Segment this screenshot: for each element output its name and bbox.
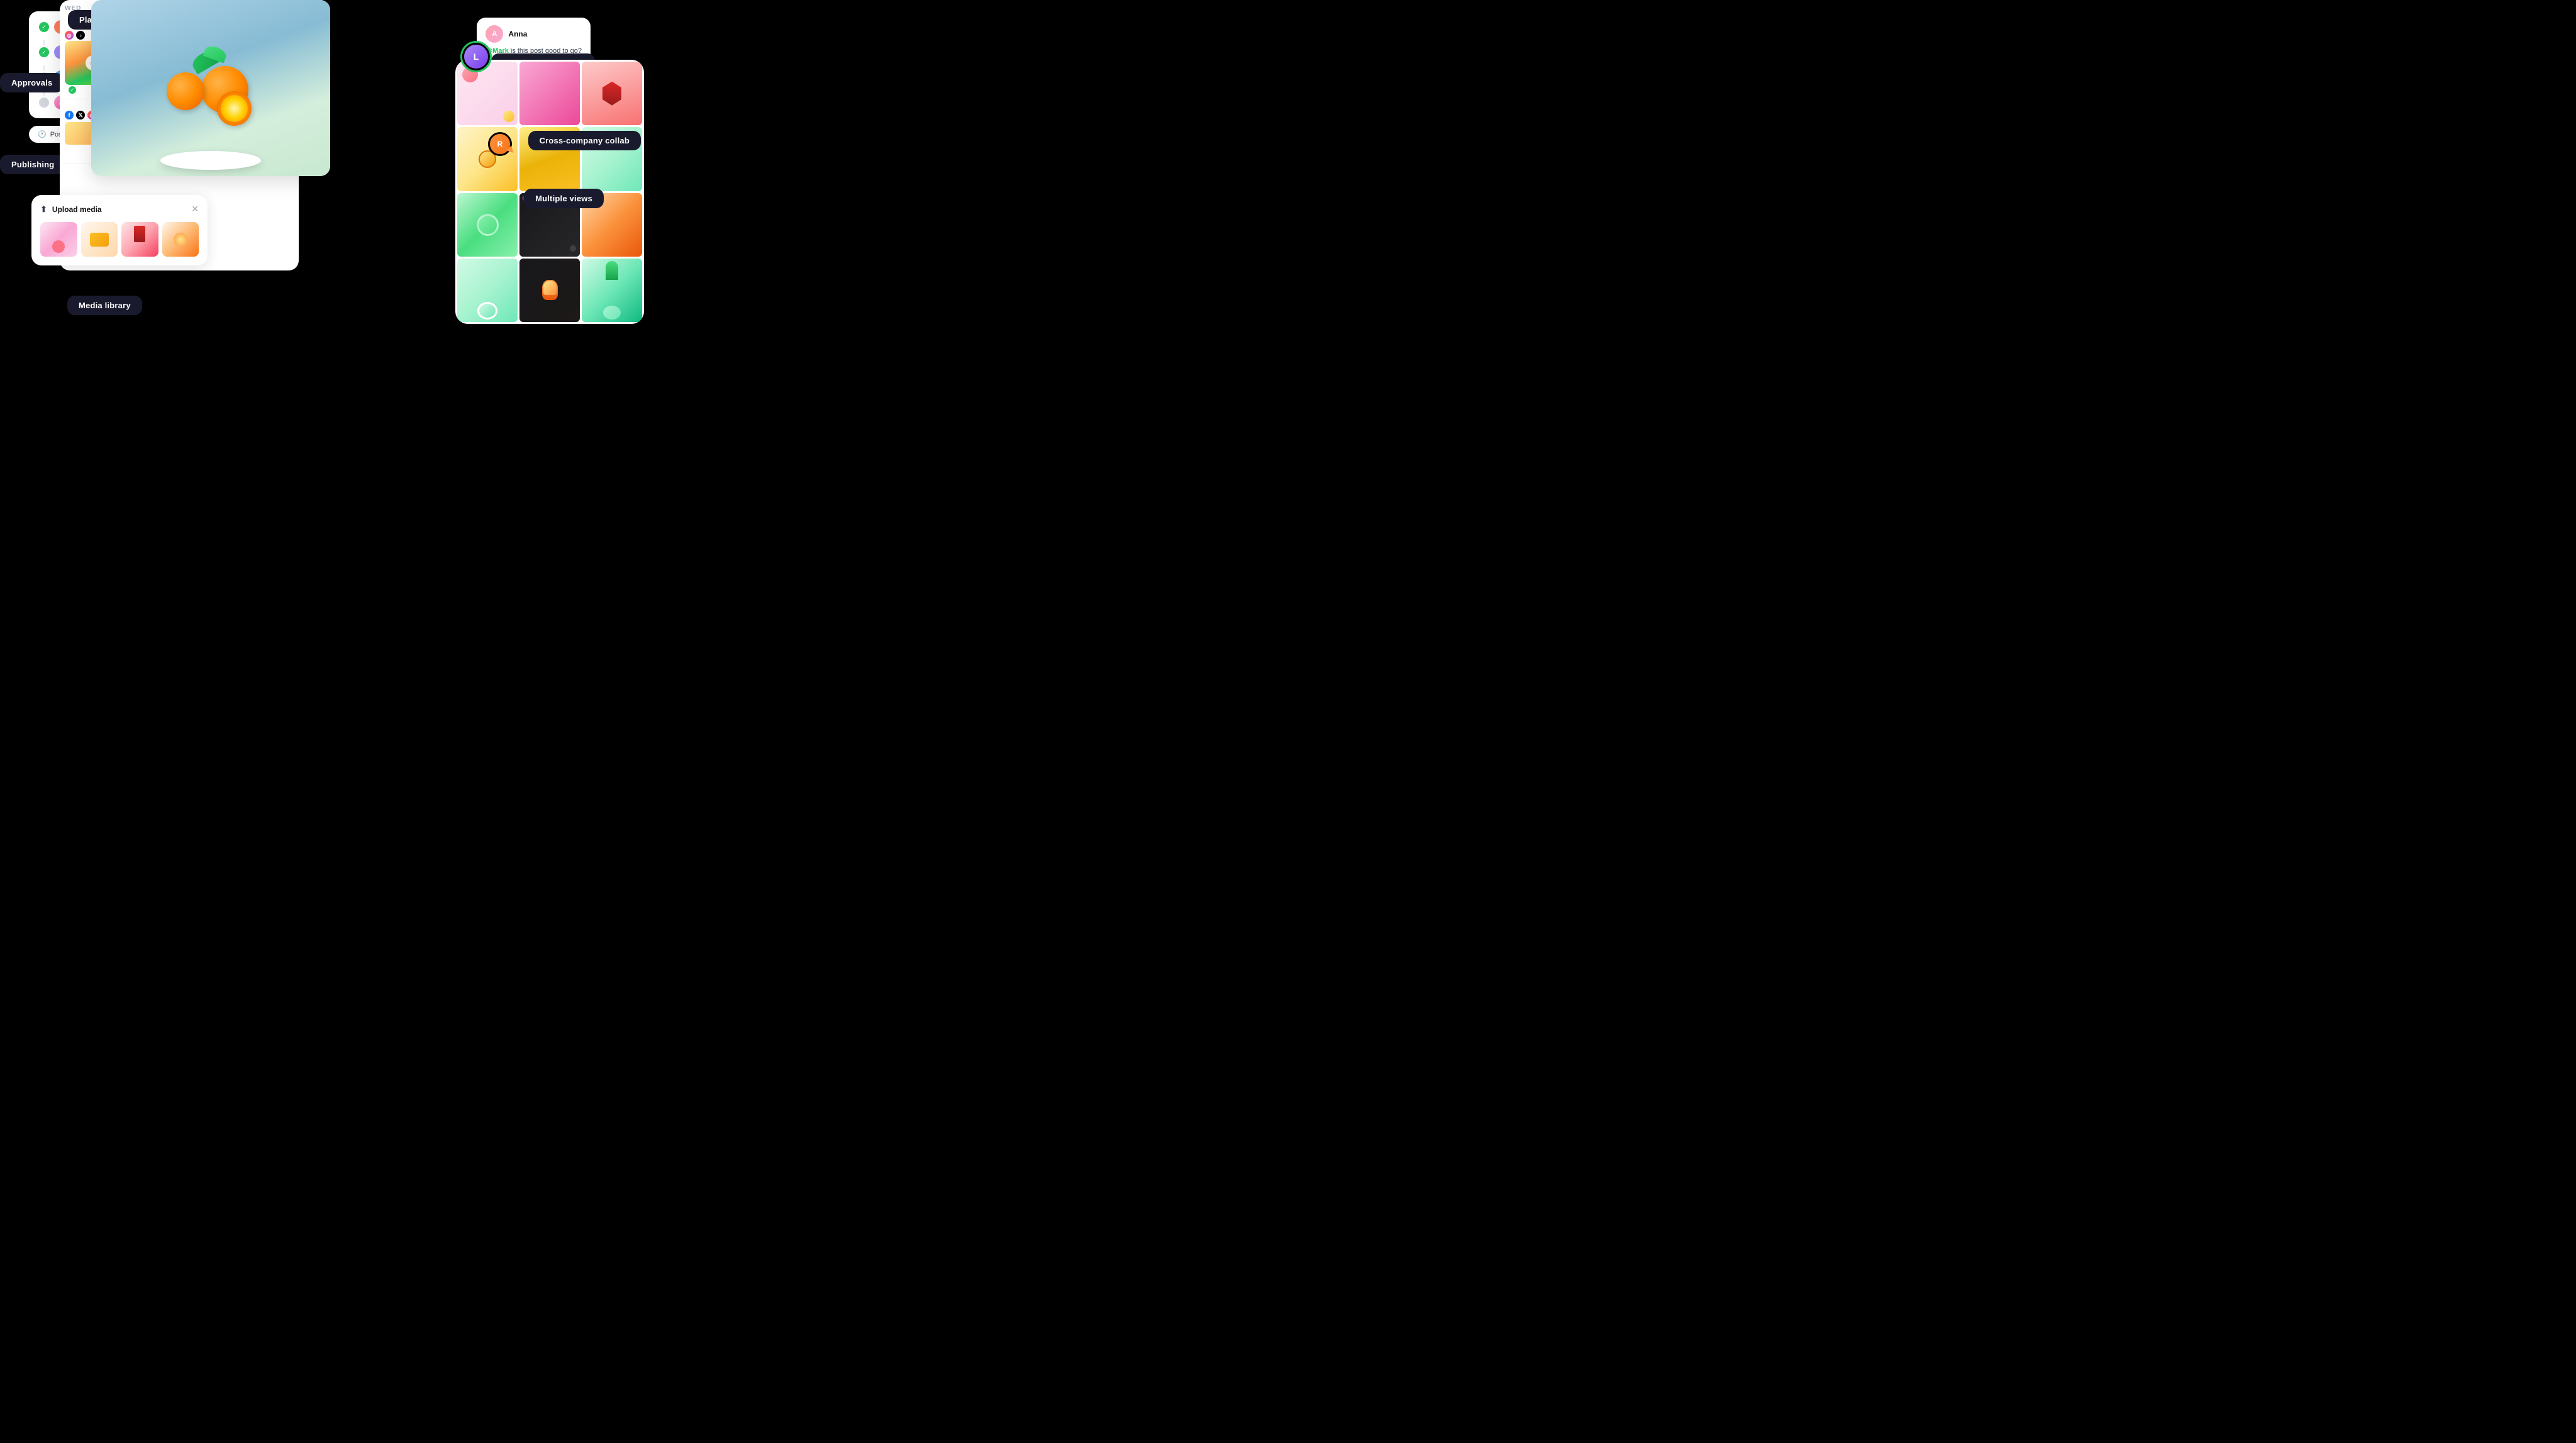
grid-cell-2 <box>519 62 580 125</box>
media-thumb-3[interactable] <box>121 222 158 257</box>
facebook-icon-2: f <box>65 111 74 120</box>
multiple-views-text: Multiple views <box>535 194 592 203</box>
check-ingrid: ✓ <box>39 47 49 57</box>
close-button[interactable]: ✕ <box>191 204 199 214</box>
orange-whole-2 <box>167 72 204 110</box>
upload-header: ⬆ Upload media ✕ <box>40 204 199 214</box>
avatar-anna: A <box>486 25 503 43</box>
main-image-bg <box>91 0 330 176</box>
feedback-anna-name: Anna <box>508 30 527 38</box>
upload-icon: ⬆ <box>40 204 47 214</box>
main-image-card: f 𝕏 ◎ <box>91 0 330 176</box>
grid-cell-11 <box>519 259 580 322</box>
instagram-icon: ◎ <box>65 31 74 40</box>
grid-cell-10 <box>457 259 518 322</box>
upload-media-card: ⬆ Upload media ✕ <box>31 195 208 265</box>
grid-cell-7 <box>457 193 518 257</box>
grid-cell-3 <box>582 62 642 125</box>
approvals-text: Approvals <box>11 78 52 87</box>
media-thumb-2[interactable] <box>81 222 118 257</box>
multiple-views-label: Multiple views <box>524 189 604 208</box>
check-anne <box>39 98 49 108</box>
upload-title: ⬆ Upload media <box>40 204 102 214</box>
publishing-label: Publishing <box>0 155 65 174</box>
collab-text: Cross-company collab <box>540 136 630 145</box>
upload-media-text: Upload media <box>52 205 102 214</box>
media-library-text: Media library <box>79 301 131 310</box>
connector-1 <box>43 40 45 45</box>
grid-cell-1 <box>457 62 518 125</box>
orange-half <box>217 91 252 126</box>
check-jack: ✓ <box>39 22 49 32</box>
approved-check: ✓ <box>69 86 76 94</box>
clock-icon: 🕐 <box>38 130 47 138</box>
media-grid <box>40 222 199 257</box>
collab-avatar-1: L <box>462 43 490 70</box>
media-thumb-1[interactable] <box>40 222 77 257</box>
tiktok-icon: ♪ <box>76 31 85 40</box>
grid-cell-12 <box>582 259 642 322</box>
connector-2 <box>43 65 45 70</box>
publishing-text: Publishing <box>11 160 54 169</box>
twitter-icon-2: 𝕏 <box>76 111 85 120</box>
media-thumb-4[interactable] <box>162 222 199 257</box>
feedback-anna-header: A Anna <box>486 25 582 43</box>
approvals-label: Approvals <box>0 73 64 92</box>
media-library-label: Media library <box>67 296 142 315</box>
collab-label: Cross-company collab <box>528 131 641 150</box>
